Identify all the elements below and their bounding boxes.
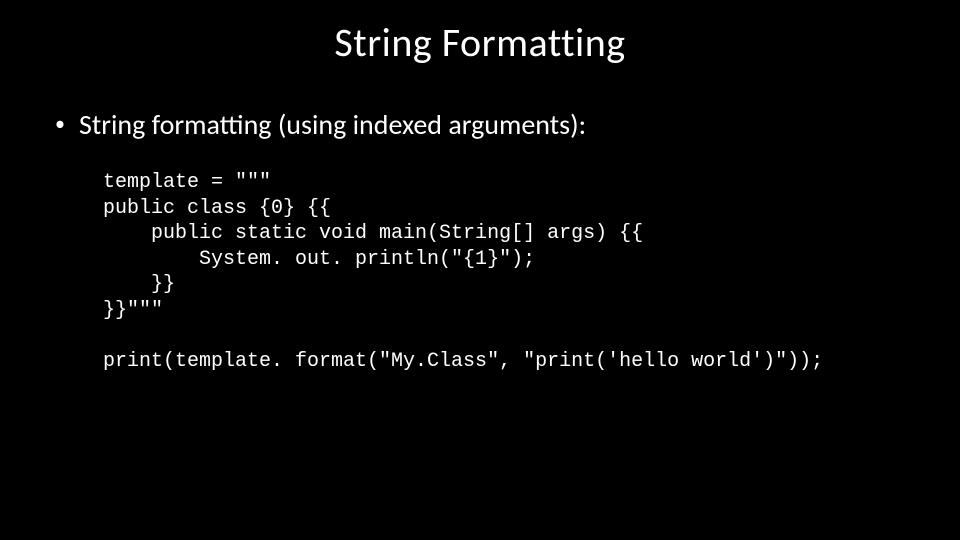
slide-title: String Formatting [0, 0, 960, 77]
slide-content: • String formatting (using indexed argum… [0, 77, 960, 375]
bullet-item: • String formatting (using indexed argum… [55, 107, 920, 142]
code-block: template = """ public class {0} {{ publi… [55, 170, 920, 375]
bullet-text: String formatting (using indexed argumen… [79, 107, 586, 142]
bullet-dot-icon: • [55, 107, 65, 141]
slide: String Formatting • String formatting (u… [0, 0, 960, 540]
